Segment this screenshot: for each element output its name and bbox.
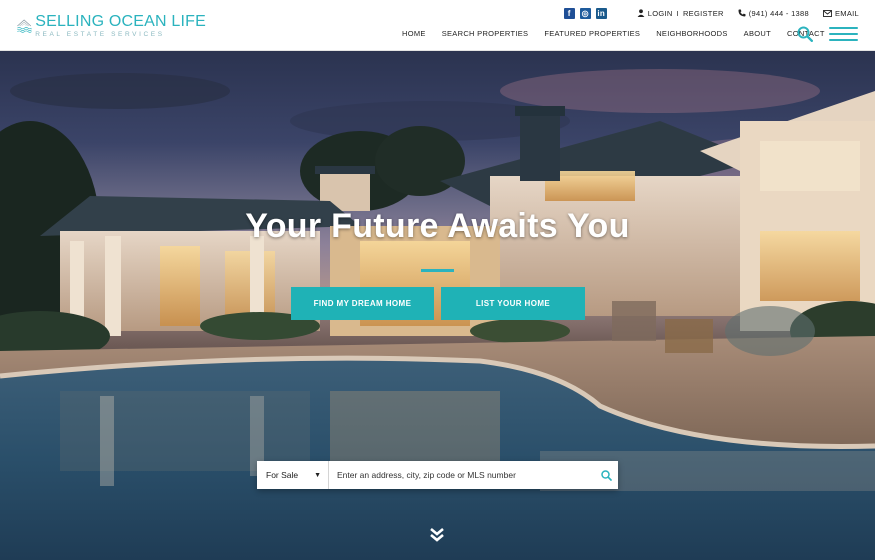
logo-house-waves-icon xyxy=(17,19,32,33)
login-separator: I xyxy=(676,8,679,18)
envelope-icon xyxy=(823,9,832,17)
search-icon[interactable] xyxy=(797,26,813,42)
linkedin-icon[interactable]: in xyxy=(595,7,607,19)
email-link[interactable]: EMAIL xyxy=(823,9,859,18)
instagram-icon[interactable]: ◎ xyxy=(579,7,591,19)
nav-item-search-properties[interactable]: SEARCH PROPERTIES xyxy=(442,29,529,41)
brand-tagline: REAL ESTATE SERVICES xyxy=(35,31,165,38)
utility-bar: f ◎ in LOGIN I REGISTER (941) 444 - 1388… xyxy=(559,6,859,20)
brand-name: SELLING OCEAN LIFE xyxy=(35,13,206,30)
list-your-home-button[interactable]: LIST YOUR HOME xyxy=(441,287,585,320)
main-nav: HOME SEARCH PROPERTIES FEATURED PROPERTI… xyxy=(402,29,841,41)
hamburger-menu-icon[interactable] xyxy=(829,27,858,41)
nav-item-featured-properties[interactable]: FEATURED PROPERTIES xyxy=(544,29,640,41)
property-search-bar: For Sale ▼ xyxy=(257,461,618,489)
login-link[interactable]: LOGIN xyxy=(648,9,673,18)
caret-down-icon: ▼ xyxy=(314,471,321,479)
search-submit-button[interactable] xyxy=(594,461,618,489)
nav-item-home[interactable]: HOME xyxy=(402,29,426,41)
search-input[interactable] xyxy=(329,461,594,489)
find-dream-home-button[interactable]: FIND MY DREAM HOME xyxy=(291,287,434,320)
facebook-icon[interactable]: f xyxy=(563,7,575,19)
nav-item-about[interactable]: ABOUT xyxy=(744,29,771,41)
user-icon xyxy=(637,9,645,17)
listing-type-select[interactable]: For Sale ▼ xyxy=(257,461,329,489)
listing-type-value: For Sale xyxy=(266,470,299,480)
email-label: EMAIL xyxy=(834,8,859,18)
hero-section: Your Future Awaits You FIND MY DREAM HOM… xyxy=(0,51,875,560)
register-link[interactable]: REGISTER xyxy=(683,9,724,18)
phone-icon xyxy=(738,9,746,17)
phone-link[interactable]: (941) 444 - 1388 xyxy=(738,9,809,18)
login-register: LOGIN I REGISTER xyxy=(637,9,724,18)
nav-item-neighborhoods[interactable]: NEIGHBORHOODS xyxy=(656,29,727,41)
phone-number: (941) 444 - 1388 xyxy=(748,8,809,18)
social-links: f ◎ in xyxy=(559,7,607,19)
double-chevron-down-icon[interactable] xyxy=(428,526,446,544)
hero-title: Your Future Awaits You xyxy=(245,207,630,245)
search-icon xyxy=(600,469,612,481)
title-divider xyxy=(421,269,454,272)
brand-logo[interactable]: SELLING OCEAN LIFE REAL ESTATE SERVICES xyxy=(16,4,206,48)
site-header: SELLING OCEAN LIFE REAL ESTATE SERVICES … xyxy=(0,0,875,51)
